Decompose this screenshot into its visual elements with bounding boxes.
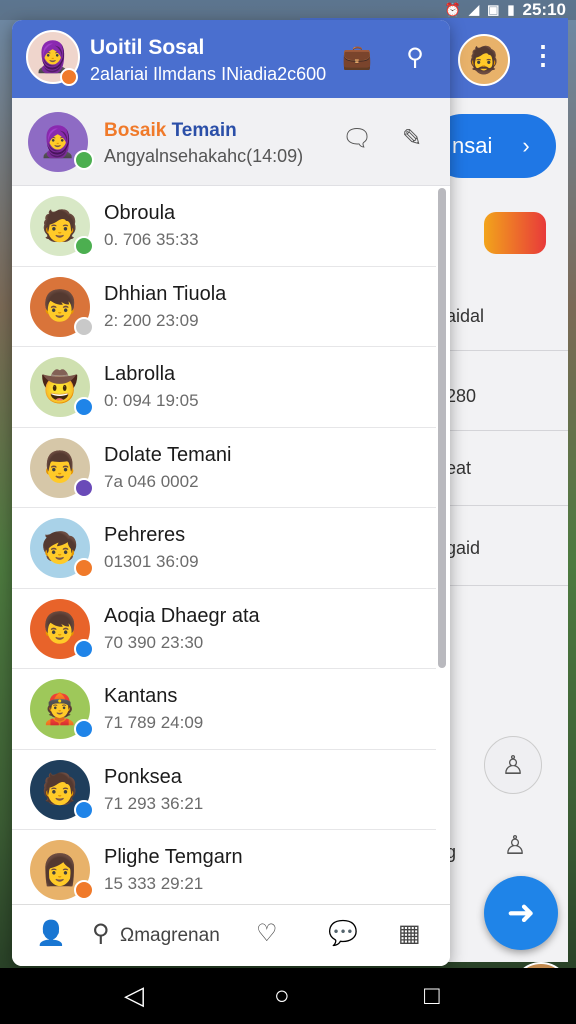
add-contact-icon[interactable]: 👤 (36, 919, 66, 948)
arrow-right-icon: ➜ (506, 894, 536, 932)
scrollbar[interactable] (438, 188, 446, 668)
app-title: Uoitil Sosal (90, 36, 205, 59)
background-text-1: aidal (446, 306, 485, 326)
list-item[interactable]: 🧑 Obroula 0. 706 35:33 (12, 186, 436, 267)
list-item[interactable]: 🤠 Labrolla 0: 094 19:05 (12, 347, 436, 428)
list-item[interactable]: 🧑 Ponksea 71 293 36:21 (12, 750, 436, 830)
contact-time: 71 789 24:09 (104, 713, 204, 732)
list-item[interactable]: 👩 Plighe Temgarn 15 333 29:21 (12, 830, 436, 911)
divider (450, 430, 568, 431)
background-text-4: gaid (446, 538, 481, 558)
search-icon[interactable]: ⚲ (400, 42, 430, 72)
contact-list: 🧑 Obroula 0. 706 35:33 👦 Dhhian Tiuola 2… (12, 186, 436, 911)
background-card-icon[interactable] (484, 212, 546, 254)
contact-name: Ponksea (104, 765, 182, 788)
contact-name: Plighe Temgarn (104, 846, 243, 868)
chevron-right-icon: › (522, 133, 530, 158)
status-bar: ⏰ ◢ ▣ ▮ 25:10 (0, 0, 576, 20)
contact-name: Pehreres (104, 524, 186, 546)
list-item[interactable]: 👲 Kantans 71 789 24:09 (12, 669, 436, 750)
contacts-drawer: 🧕 Uoitil Sosal 2alariai Ilmdans INiadia2… (12, 20, 450, 966)
contact-name: Aoqia Dhaegr ata (104, 604, 260, 627)
self-name-second: Temain (166, 120, 237, 141)
system-nav-bar: ◁ ○ □ (0, 968, 576, 1024)
list-item[interactable]: 👨 Dolate Temani 7a 046 0002 (12, 428, 436, 508)
contact-time: 70 390 23:30 (104, 632, 204, 652)
battery-icon: ▮ (507, 2, 515, 17)
contact-name: Dhhian Tiuola (104, 282, 227, 305)
contact-time: 15 333 29:21 (104, 874, 204, 893)
contact-time: 2: 200 23:09 (104, 310, 199, 330)
divider (450, 585, 568, 586)
status-time: 25:10 (522, 0, 566, 19)
contact-time: 7a 046 0002 (104, 471, 199, 491)
briefcase-icon[interactable]: 💼 (342, 42, 372, 72)
drawer-header: 🧕 Uoitil Sosal 2alariai Ilmdans INiadia2… (12, 20, 450, 98)
status-badge (74, 558, 94, 578)
contact-time: 71 293 36:21 (104, 793, 204, 813)
status-badge (74, 316, 94, 337)
background-user-avatar[interactable]: 🧔 (458, 34, 510, 86)
chat-bubble-icon[interactable]: 🗨 (342, 124, 372, 153)
status-badge (60, 68, 78, 86)
recents-icon[interactable]: □ (424, 980, 440, 1011)
list-item[interactable]: 👦 Dhhian Tiuola 2: 200 23:09 (12, 267, 436, 347)
home-icon[interactable]: ○ (274, 980, 290, 1011)
status-badge (74, 236, 94, 256)
contact-time: 0: 094 19:05 (104, 391, 199, 410)
background-text-2: 280 (446, 386, 477, 406)
heart-icon[interactable]: ♡ (256, 919, 278, 948)
status-badge (74, 477, 94, 498)
person-icon[interactable]: ♙ (486, 816, 544, 874)
divider (450, 505, 568, 506)
status-badge (74, 799, 94, 820)
app-subtitle: 2alariai Ilmdans INiadia2c600 (90, 64, 327, 84)
signal-icon: ◢ (469, 2, 480, 17)
gallery-icon[interactable]: ▦ (398, 919, 421, 948)
online-badge (74, 150, 94, 170)
contact-icon[interactable]: ♙ (484, 736, 542, 794)
contact-name: Kantans (104, 685, 178, 707)
contact-name: Dolate Temani (104, 443, 232, 466)
fab-forward-button[interactable]: ➜ (484, 876, 558, 950)
bottom-nav: 👤 ⚲ Ωmagrenan ♡ 💬 ▦ (12, 904, 450, 966)
list-item[interactable]: 🧒 Pehreres 01301 36:09 (12, 508, 436, 589)
chat-icon[interactable]: 💬 (328, 919, 358, 948)
search-icon[interactable]: ⚲ (92, 919, 110, 948)
status-badge (74, 397, 94, 417)
background-pill-label: nsai (452, 133, 493, 158)
status-badge (74, 719, 94, 739)
self-name-first: Bosaik (104, 120, 167, 141)
overflow-menu-icon[interactable]: ⋮ (530, 40, 556, 71)
pencil-icon[interactable]: ✎ (402, 124, 422, 153)
search-label[interactable]: Ωmagrenan (120, 925, 220, 947)
contact-time: 0. 706 35:33 (104, 230, 199, 249)
self-profile-row[interactable]: 🧕 Bosaik Temain Angyalnsehakahc(14:09) 🗨… (12, 98, 450, 186)
alarm-icon: ⏰ (444, 2, 462, 17)
contact-name: Labrolla (104, 363, 176, 385)
back-icon[interactable]: ◁ (124, 980, 144, 1011)
contact-name: Obroula (104, 202, 176, 224)
data-icon: ▣ (487, 2, 500, 17)
divider (450, 350, 568, 351)
list-item[interactable]: 👦 Aoqia Dhaegr ata 70 390 23:30 (12, 589, 436, 669)
status-badge (74, 638, 94, 659)
self-status: Angyalnsehakahc(14:09) (104, 146, 304, 166)
status-badge (74, 880, 94, 900)
self-name: Bosaik Temain (104, 120, 237, 142)
contact-time: 01301 36:09 (104, 552, 199, 571)
